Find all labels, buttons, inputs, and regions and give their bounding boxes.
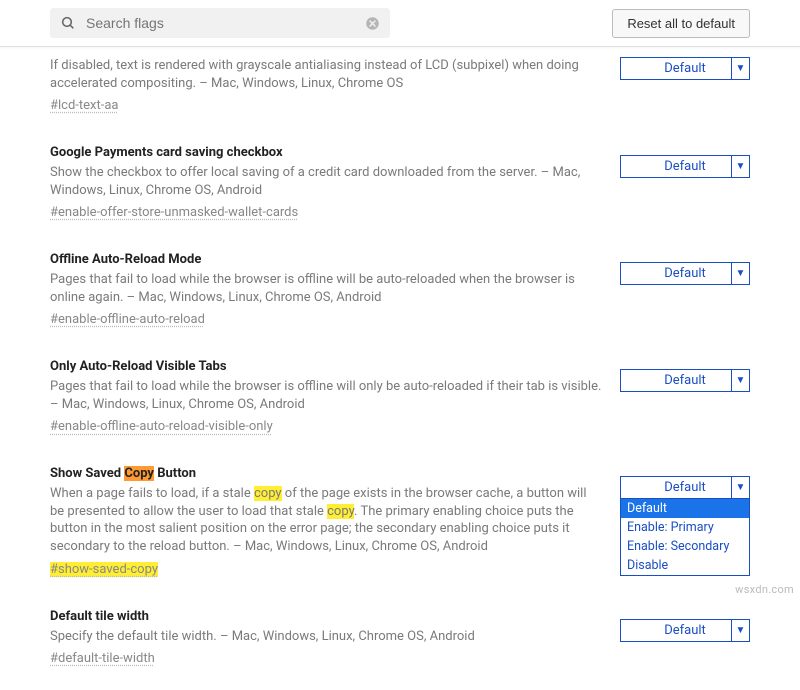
chevron-down-icon: ▼: [731, 58, 749, 79]
flag-description: Pages that fail to load while the browse…: [50, 271, 602, 306]
flag-hash-link[interactable]: #enable-offer-store-unmasked-wallet-card…: [50, 205, 298, 220]
flag-item: If disabled, text is rendered with grays…: [50, 57, 750, 131]
header-bar: Reset all to default: [0, 0, 800, 47]
highlight-match: copy: [327, 504, 354, 519]
clear-search-icon[interactable]: [365, 16, 380, 31]
chevron-down-icon: ▼: [731, 620, 749, 641]
flag-description: If disabled, text is rendered with grays…: [50, 57, 602, 92]
select-option[interactable]: Default: [621, 499, 749, 518]
flag-hash-link[interactable]: #default-tile-width: [50, 651, 155, 666]
flag-item: Only Auto-Reload Visible Tabs Pages that…: [50, 345, 750, 452]
flag-state-select[interactable]: Default ▼: [620, 619, 750, 642]
highlight-match: copy: [254, 486, 282, 501]
flag-title: Default tile width: [50, 609, 602, 624]
select-value: Default: [664, 159, 706, 174]
flag-item: Google Payments card saving checkbox Sho…: [50, 131, 750, 238]
reset-all-button[interactable]: Reset all to default: [612, 9, 750, 38]
search-input[interactable]: [84, 14, 365, 32]
flag-description: Show the checkbox to offer local saving …: [50, 164, 602, 199]
select-value: Default: [664, 266, 706, 281]
select-dropdown: Default Enable: Primary Enable: Secondar…: [620, 498, 750, 576]
flag-item: Show Saved Copy Button When a page fails…: [50, 452, 750, 594]
flag-title: Offline Auto-Reload Mode: [50, 252, 602, 267]
select-value: Default: [664, 373, 706, 388]
flag-state-select[interactable]: Default ▼: [620, 155, 750, 178]
flag-description: Specify the default tile width. – Mac, W…: [50, 628, 602, 646]
flag-state-select[interactable]: Default ▼: [620, 476, 750, 499]
flag-hash-link[interactable]: #show-saved-copy: [50, 562, 158, 577]
select-option[interactable]: Disable: [621, 556, 749, 575]
flag-state-select[interactable]: Default ▼: [620, 369, 750, 392]
flag-title: Only Auto-Reload Visible Tabs: [50, 359, 602, 374]
flag-state-select[interactable]: Default ▼: [620, 57, 750, 80]
highlight-match: Copy: [124, 466, 154, 481]
select-option[interactable]: Enable: Primary: [621, 518, 749, 537]
chevron-down-icon: ▼: [731, 263, 749, 284]
flag-hash-link[interactable]: #lcd-text-aa: [50, 98, 118, 113]
search-box[interactable]: [50, 8, 390, 38]
flag-hash-link[interactable]: #enable-offline-auto-reload-visible-only: [50, 419, 273, 434]
select-value: Default: [664, 61, 706, 76]
flag-description: When a page fails to load, if a stale co…: [50, 485, 602, 555]
chevron-down-icon: ▼: [731, 477, 749, 498]
flag-title: Show Saved Copy Button: [50, 466, 602, 481]
search-icon: [60, 15, 76, 31]
flag-state-select[interactable]: Default ▼: [620, 262, 750, 285]
flag-item: Offline Auto-Reload Mode Pages that fail…: [50, 238, 750, 345]
flag-item: Default tile width Specify the default t…: [50, 595, 750, 671]
select-option[interactable]: Enable: Secondary: [621, 537, 749, 556]
flag-title: Google Payments card saving checkbox: [50, 145, 602, 160]
select-value: Default: [664, 480, 706, 495]
chevron-down-icon: ▼: [731, 156, 749, 177]
flag-hash-link[interactable]: #enable-offline-auto-reload: [50, 312, 205, 327]
flags-list: If disabled, text is rendered with grays…: [0, 47, 800, 690]
select-value: Default: [664, 623, 706, 638]
chevron-down-icon: ▼: [731, 370, 749, 391]
flag-description: Pages that fail to load while the browse…: [50, 378, 602, 413]
watermark-text: wsxdn.com: [735, 583, 794, 596]
